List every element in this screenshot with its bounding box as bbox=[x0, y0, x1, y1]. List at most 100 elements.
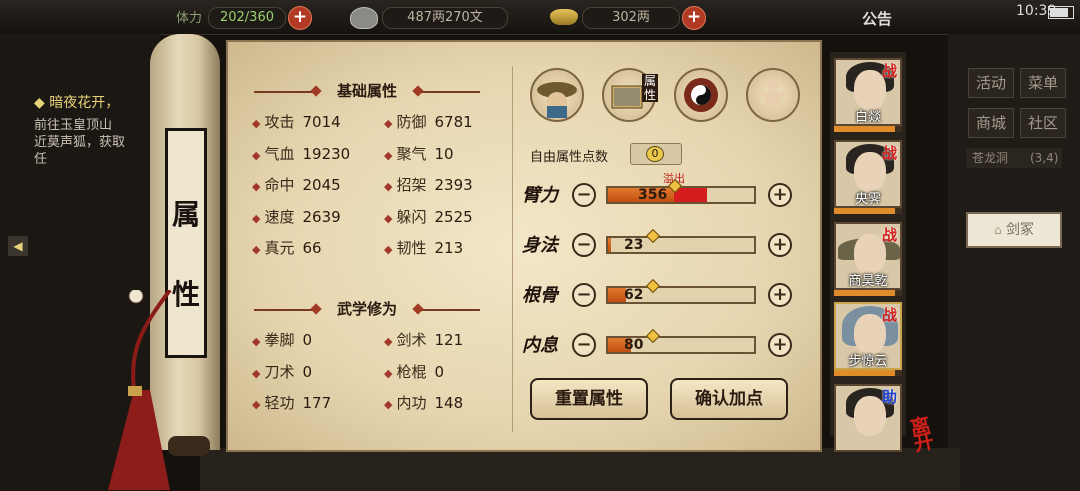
location-coords: (3,4) bbox=[1030, 151, 1059, 165]
stat-value: 66 bbox=[302, 239, 322, 257]
decrease-attribute-button[interactable]: − bbox=[572, 233, 596, 257]
stat-label: 拳脚 bbox=[264, 331, 295, 349]
add-stamina-button[interactable]: + bbox=[288, 6, 312, 30]
basic-attributes-header: 基础属性 bbox=[336, 82, 397, 100]
stat-label: 枪棍 bbox=[396, 362, 427, 381]
npc-entry-label: 剑冢 bbox=[1006, 222, 1035, 238]
increase-attribute-button[interactable]: + bbox=[768, 333, 792, 357]
silver-coin-icon bbox=[350, 7, 378, 29]
diamond-bullet-icon: ◆ bbox=[252, 211, 261, 225]
stat-item: ◆ 轻功 177 bbox=[252, 392, 331, 413]
member-name: 央霁 bbox=[854, 192, 881, 207]
quest-line: 近莫声狐，获取 bbox=[34, 135, 126, 150]
stat-label: 真元 bbox=[264, 239, 295, 257]
attribute-value: 23 bbox=[624, 237, 644, 253]
quest-title[interactable]: ◆ 暗夜花开， bbox=[34, 92, 119, 112]
member-level-bar bbox=[834, 370, 902, 376]
stat-label: 命中 bbox=[264, 176, 295, 194]
decrease-attribute-button[interactable]: − bbox=[572, 183, 596, 207]
stat-value: 121 bbox=[434, 331, 464, 349]
attribute-value: 356 bbox=[638, 187, 668, 203]
diamond-bullet-icon: ◆ bbox=[384, 398, 393, 411]
gold-ingot-icon bbox=[550, 9, 578, 25]
stat-value: 0 bbox=[302, 362, 313, 381]
gold-value: 302两 bbox=[582, 7, 680, 29]
attribute-bar: 80 bbox=[606, 328, 756, 354]
menu-button[interactable]: 菜单 bbox=[1020, 68, 1066, 98]
attribute-bar-fill bbox=[608, 238, 611, 252]
stat-item: ◆ 招架 2393 bbox=[384, 174, 473, 195]
panel-divider bbox=[512, 66, 513, 432]
diamond-bullet-icon: ◆ bbox=[384, 243, 393, 256]
community-button[interactable]: 社区 bbox=[1020, 108, 1066, 138]
character-hat-icon[interactable] bbox=[530, 68, 584, 122]
stat-label: 韧性 bbox=[396, 239, 427, 257]
reset-attributes-button[interactable]: 重置属性 bbox=[530, 378, 648, 420]
yinyang-bagua-icon[interactable] bbox=[674, 68, 728, 122]
decrease-attribute-button[interactable]: − bbox=[572, 283, 596, 307]
stamina-label: 体力 bbox=[176, 11, 203, 26]
member-role-tag: 战 bbox=[882, 144, 898, 162]
notice-button[interactable]: 公告 bbox=[862, 8, 892, 29]
attribute-value: 62 bbox=[624, 287, 644, 303]
member-name: 白燚 bbox=[854, 110, 881, 125]
martial-cultivation-header: 武学修为 bbox=[336, 300, 397, 318]
stat-item: ◆ 命中 2045 bbox=[252, 174, 341, 195]
header-ornament-right bbox=[414, 309, 480, 311]
stat-label: 内功 bbox=[396, 394, 427, 412]
diamond-bullet-icon: ◆ bbox=[384, 211, 393, 225]
stat-item: ◆ 拳脚 0 bbox=[252, 329, 312, 350]
free-points-value: 0 bbox=[646, 146, 664, 162]
stat-value: 0 bbox=[302, 331, 313, 349]
stat-value: 6781 bbox=[434, 113, 473, 131]
stat-value: 10 bbox=[434, 144, 454, 163]
leave-button[interactable]: 离开 bbox=[903, 413, 938, 450]
diamond-bullet-icon: ◆ bbox=[252, 335, 261, 348]
stat-label: 聚气 bbox=[396, 144, 427, 163]
silver-value: 487两270文 bbox=[382, 7, 508, 29]
diamond-bullet-icon: ◆ bbox=[252, 180, 261, 193]
attribute-bar: 23 bbox=[606, 228, 756, 254]
increase-attribute-button[interactable]: + bbox=[768, 233, 792, 257]
stat-value: 213 bbox=[434, 239, 464, 257]
diamond-bullet-icon: ◆ bbox=[252, 243, 261, 256]
collapse-arrow-icon[interactable]: ◀ bbox=[8, 236, 28, 256]
diamond-bullet-icon: ◆ bbox=[252, 398, 261, 411]
member-role-tag: 战 bbox=[882, 226, 898, 244]
member-role-tag: 助 bbox=[882, 388, 898, 406]
diamond-bullet-icon: ◆ bbox=[384, 148, 393, 162]
increase-attribute-button[interactable]: + bbox=[768, 283, 792, 307]
shop-button[interactable]: 商城 bbox=[968, 108, 1014, 138]
bottom-menu-strip bbox=[200, 448, 960, 491]
stat-item: ◆ 气血 19230 bbox=[252, 143, 350, 164]
stat-value: 2525 bbox=[434, 207, 473, 226]
increase-attribute-button[interactable]: + bbox=[768, 183, 792, 207]
battery-icon bbox=[1048, 6, 1074, 19]
meridian-body-icon[interactable] bbox=[746, 68, 800, 122]
stat-value: 177 bbox=[302, 394, 332, 412]
free-points-label: 自由属性点数 bbox=[530, 150, 609, 165]
right-panel-background bbox=[948, 34, 1080, 491]
npc-entry-button[interactable]: ⌂ 剑冢 bbox=[966, 212, 1062, 248]
attribute-value: 80 bbox=[624, 337, 644, 353]
stat-label: 速度 bbox=[264, 207, 295, 226]
diamond-bullet-icon: ◆ bbox=[252, 117, 261, 130]
attribute-scroll-icon[interactable]: 属性 bbox=[602, 68, 658, 122]
member-level-bar bbox=[834, 208, 902, 214]
location-name: 苍龙洞 bbox=[972, 151, 1009, 165]
stat-item: ◆ 速度 2639 bbox=[252, 206, 341, 227]
location-bar: 苍龙洞 (3,4) bbox=[966, 148, 1062, 168]
top-resource-bar: 体力 202/360 + 487两270文 302两 + 公告 10:39 bbox=[0, 0, 1080, 35]
attribute-bar: 356 bbox=[606, 178, 756, 204]
stat-item: ◆ 攻击 7014 bbox=[252, 111, 341, 132]
activity-button[interactable]: 活动 bbox=[968, 68, 1014, 98]
member-name: 步惊云 bbox=[848, 354, 888, 369]
decrease-attribute-button[interactable]: − bbox=[572, 333, 596, 357]
confirm-points-button[interactable]: 确认加点 bbox=[670, 378, 788, 420]
attribute-name: 内息 bbox=[522, 335, 558, 356]
member-role-tag: 战 bbox=[882, 306, 898, 324]
stat-item: ◆ 防御 6781 bbox=[384, 111, 473, 132]
add-gold-button[interactable]: + bbox=[682, 6, 706, 30]
diamond-bullet-icon: ◆ bbox=[384, 180, 393, 193]
quest-line: 任 bbox=[34, 152, 48, 167]
